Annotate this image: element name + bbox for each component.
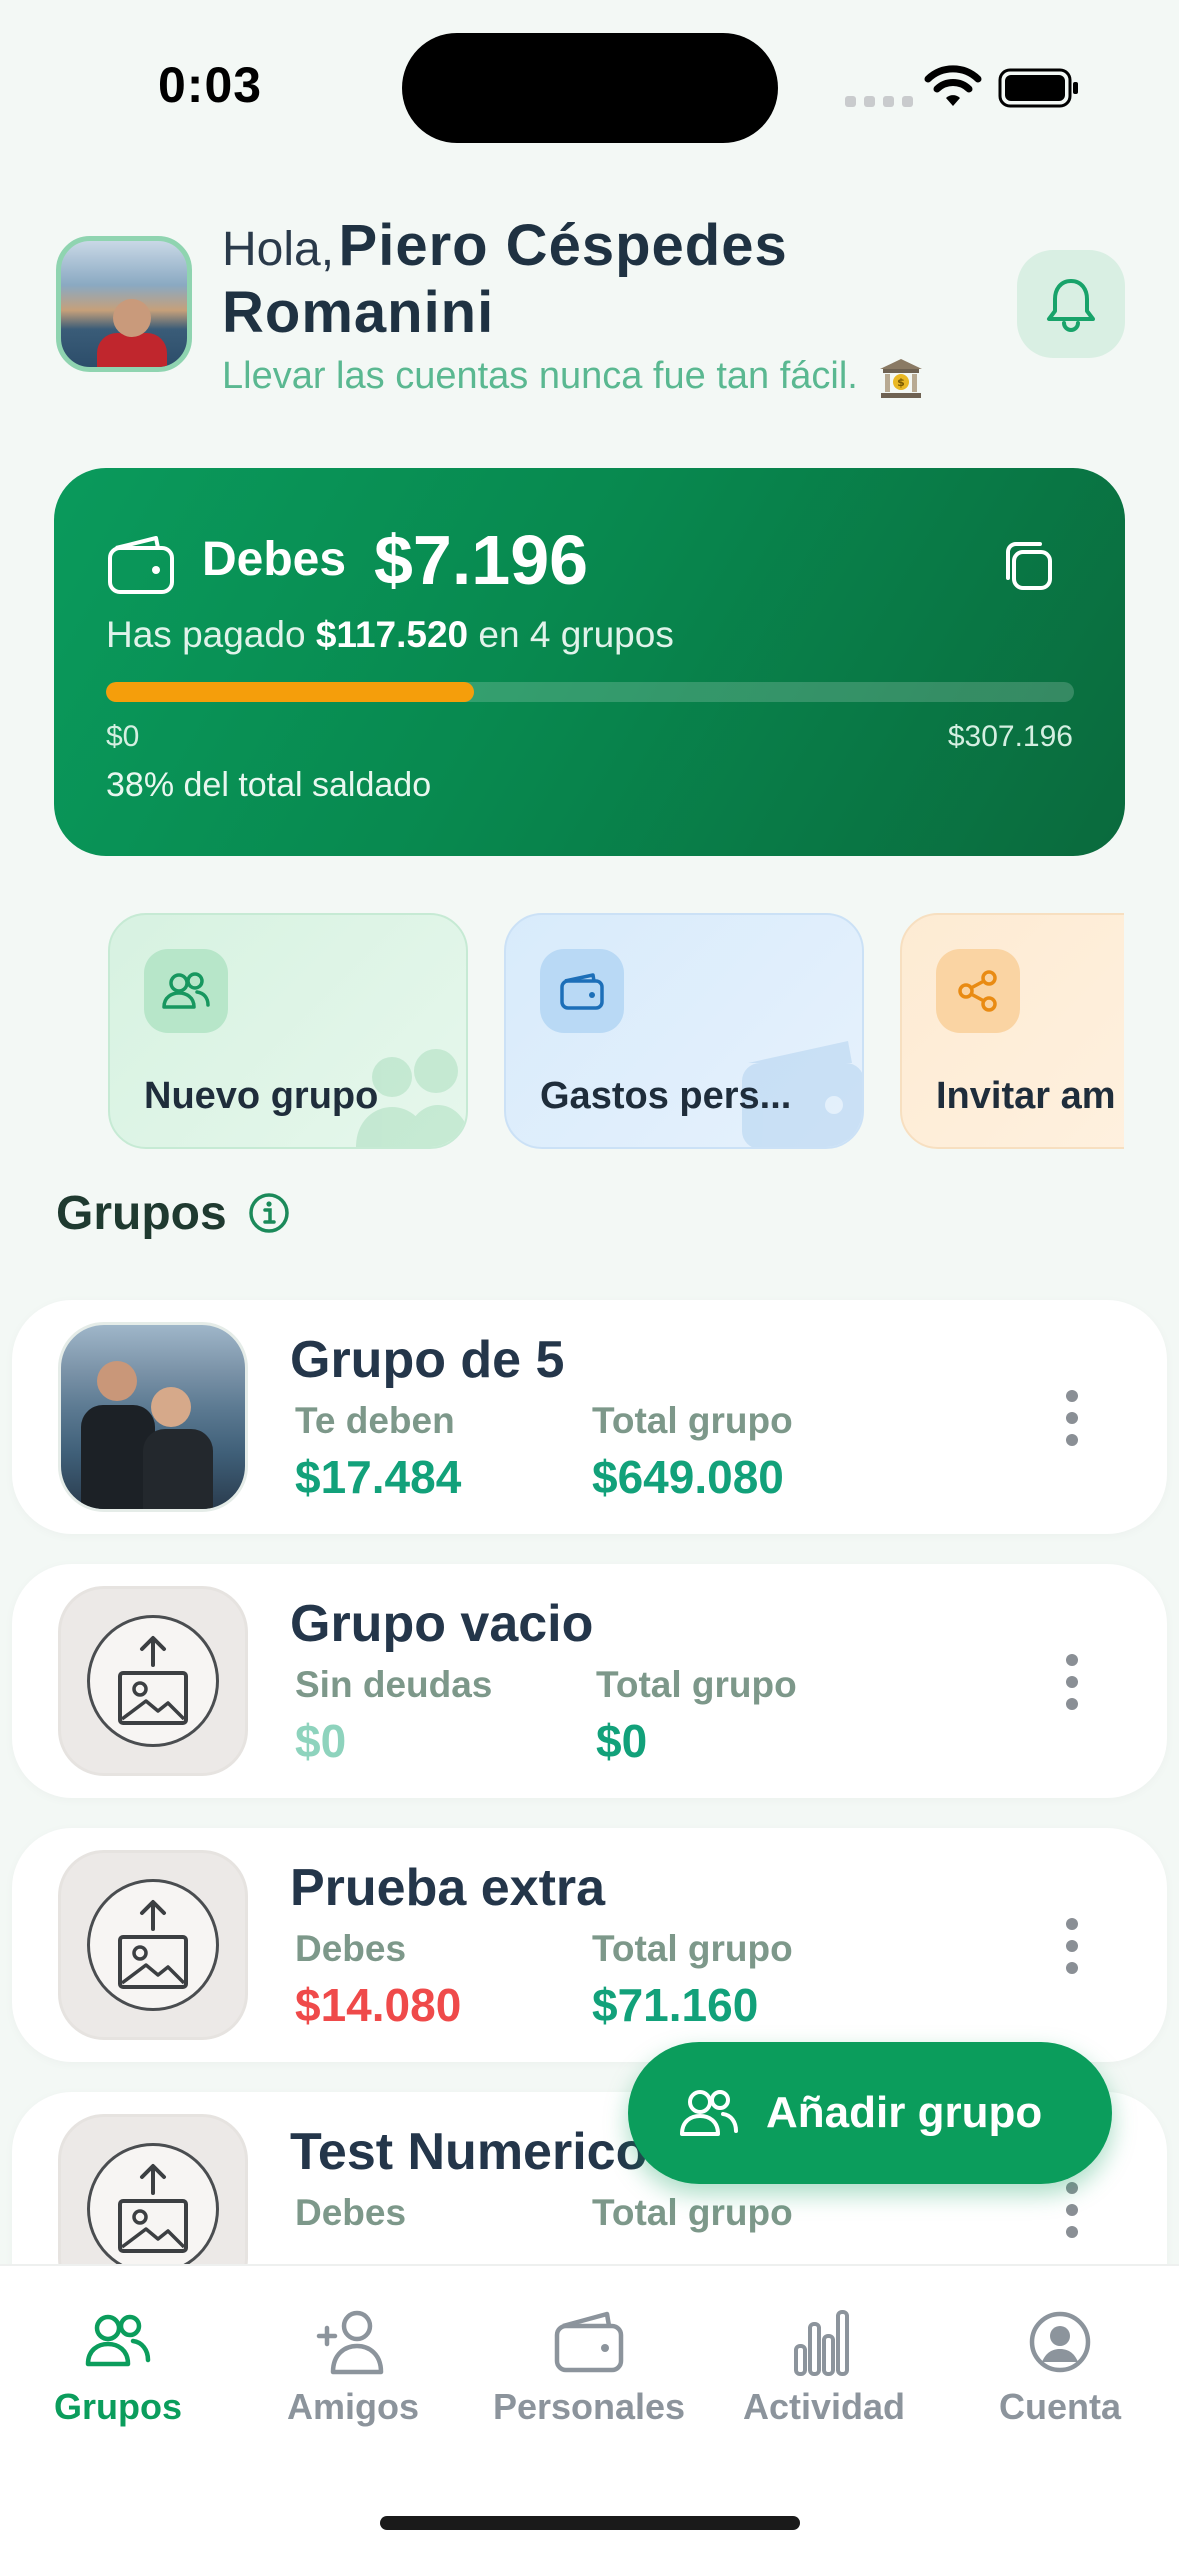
tab-label: Grupos [53, 2386, 182, 2427]
new-group-label: Nuevo grupo [144, 1075, 379, 1117]
group-row[interactable]: Grupo vacio Sin deudas $0 Total grupo $0 [12, 1564, 1167, 1798]
info-icon[interactable] [248, 1192, 290, 1234]
tab-grupos[interactable]: Grupos [8, 2306, 228, 2428]
share-icon [958, 970, 997, 1012]
tab-label: Amigos [286, 2386, 419, 2427]
group-balance-value: $14.080 [295, 1979, 462, 2031]
group-photo-placeholder[interactable] [58, 1586, 248, 1776]
group-balance-value: $17.484 [295, 1451, 462, 1503]
tab-actividad[interactable]: Actividad [714, 2306, 934, 2428]
dynamic-island [402, 33, 778, 143]
status-time: 0:03 [158, 57, 263, 113]
progress-percent: 38% del total saldado [106, 766, 432, 804]
invite-friends-label: Invitar am [936, 1075, 1116, 1117]
add-group-label: Añadir grupo [766, 2088, 1043, 2137]
users-icon [162, 972, 210, 1009]
personal-expenses-card[interactable]: Gastos pers... [504, 913, 864, 1149]
user-name-first: Piero Céspedes [338, 213, 788, 278]
debes-amount: $7.196 [374, 521, 589, 599]
bottom-tab-bar: Grupos Amigos Personales Actividad Cuent… [0, 2264, 1179, 2556]
group-photo [58, 1322, 248, 1512]
tab-label: Cuenta [998, 2386, 1121, 2427]
wifi-icon [924, 65, 982, 106]
svg-text:$: $ [898, 376, 906, 389]
wallet-icon [560, 973, 604, 1010]
upload-image-icon [118, 2164, 188, 2253]
user-avatar[interactable] [56, 236, 192, 372]
greeting: Hola, Piero Céspedes Romanini [222, 212, 922, 346]
more-options-icon[interactable] [1066, 2182, 1080, 2238]
group-total-label: Total grupo [592, 2192, 793, 2233]
paid-progress-bar [106, 682, 1074, 702]
more-options-icon[interactable] [1066, 1918, 1080, 1974]
group-balance-label: Sin deudas [295, 1664, 493, 1705]
group-photo-placeholder[interactable] [58, 1850, 248, 2040]
personal-expenses-label: Gastos pers... [540, 1075, 792, 1117]
balance-card: Debes $7.196 Has pagado $117.520 en 4 gr… [54, 468, 1125, 856]
group-name: Grupo de 5 [290, 1331, 565, 1389]
group-total-label: Total grupo [592, 1928, 793, 1969]
add-group-button[interactable]: Añadir grupo [628, 2042, 1112, 2184]
group-row[interactable]: Grupo de 5 Te deben $17.484 Total grupo … [12, 1300, 1167, 1534]
progress-min: $0 [106, 720, 140, 753]
debes-label: Debes [202, 533, 347, 586]
users-icon [85, 2314, 151, 2367]
group-total-label: Total grupo [596, 1664, 797, 1705]
group-total-label: Total grupo [592, 1400, 793, 1441]
wallet-icon [554, 2311, 624, 2373]
wallet-icon [108, 536, 174, 594]
more-options-icon[interactable] [1066, 1390, 1080, 1446]
group-balance-label: Debes [295, 2192, 407, 2233]
account-icon [1029, 2311, 1091, 2373]
upload-image-icon [118, 1636, 188, 1725]
bell-icon [1047, 279, 1095, 332]
copy-icon[interactable] [1000, 538, 1056, 594]
paid-summary: Has pagado $117.520 en 4 grupos [106, 614, 674, 656]
tab-cuenta[interactable]: Cuenta [950, 2306, 1170, 2428]
tab-label: Personales [492, 2386, 686, 2427]
group-name: Grupo vacio [290, 1595, 594, 1653]
bank-icon: $ [880, 358, 923, 398]
group-balance-value: $0 [295, 1715, 347, 1767]
quick-actions: Nuevo grupo Gastos pers... Invitar am [0, 900, 1124, 1160]
notifications-button[interactable] [1017, 250, 1125, 358]
progress-max: $307.196 [947, 720, 1073, 753]
invite-friends-card[interactable]: Invitar am [900, 913, 1124, 1149]
user-name-second: Romanini [222, 280, 495, 345]
users-icon [680, 2090, 738, 2136]
group-name: Test Numerico [290, 2123, 648, 2181]
paid-suffix: en 4 grupos [478, 614, 674, 655]
group-total-value: $649.080 [592, 1451, 784, 1503]
groups-section-title: Grupos [56, 1187, 227, 1240]
paid-prefix: Has pagado [106, 614, 306, 655]
group-balance-label: Debes [295, 1928, 407, 1969]
add-user-icon [316, 2310, 384, 2375]
upload-image-icon [118, 1900, 188, 1989]
tagline-text: Llevar las cuentas nunca fue tan fácil. [222, 355, 858, 397]
progress-fill [106, 682, 474, 702]
new-group-card[interactable]: Nuevo grupo [108, 913, 468, 1149]
paid-amount: $117.520 [315, 614, 469, 655]
home-indicator [380, 2516, 800, 2530]
tab-amigos[interactable]: Amigos [243, 2306, 463, 2428]
more-options-icon[interactable] [1066, 1654, 1080, 1710]
battery-icon [998, 68, 1078, 108]
group-total-value: $0 [596, 1715, 648, 1767]
tagline: Llevar las cuentas nunca fue tan fácil. … [222, 355, 924, 399]
tab-label: Actividad [742, 2386, 906, 2427]
greeting-hola: Hola, [222, 223, 335, 276]
tab-personales[interactable]: Personales [479, 2306, 699, 2428]
group-balance-label: Te deben [295, 1400, 455, 1441]
group-name: Prueba extra [290, 1859, 606, 1917]
group-row[interactable]: Prueba extra Debes $14.080 Total grupo $… [12, 1828, 1167, 2062]
bar-chart-icon [794, 2310, 849, 2376]
cellular-signal-icon [845, 96, 913, 107]
group-total-value: $71.160 [592, 1979, 759, 2031]
